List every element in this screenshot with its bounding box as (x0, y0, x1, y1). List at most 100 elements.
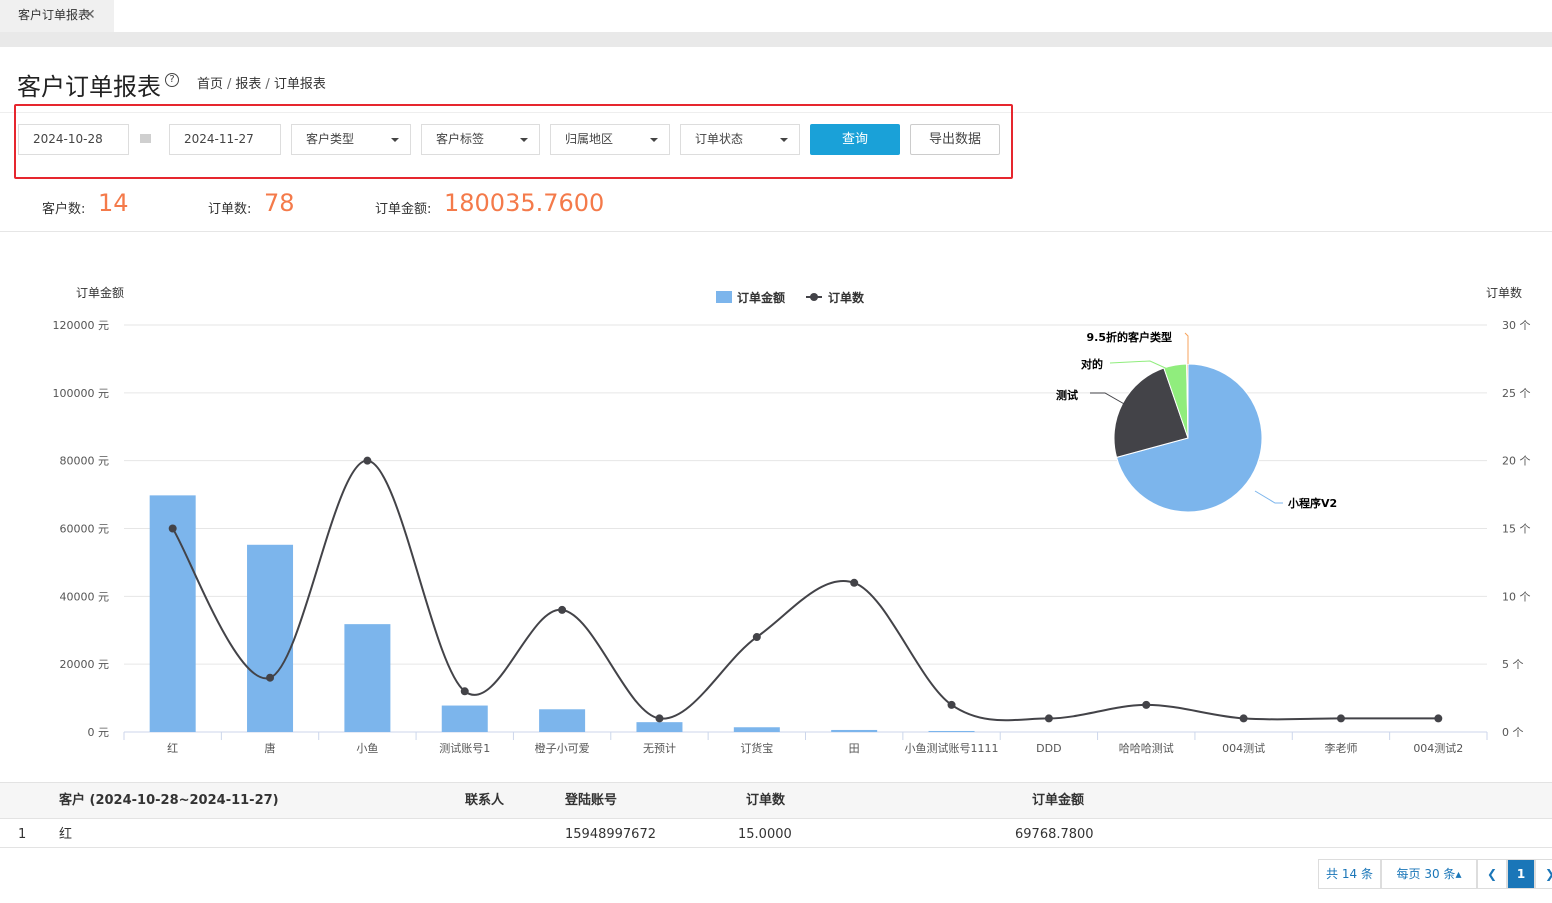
page-title: 客户订单报表 (17, 73, 161, 101)
line-point (363, 456, 372, 465)
line-point (947, 700, 956, 709)
order-amount-value: 180035.7600 (444, 189, 605, 217)
bar (344, 624, 391, 732)
order-count-label: 订单数: (208, 202, 252, 217)
legend-line-label: 订单数 (828, 290, 865, 305)
start-date-input[interactable]: 2024-10-28 (18, 124, 129, 155)
pie-label: 小程序V2 (1287, 496, 1337, 510)
y-tick-label: 100000 元 (53, 387, 110, 400)
bar (247, 544, 294, 732)
table-row[interactable]: 1 红 15948997672 15.0000 69768.7800 (0, 819, 1552, 848)
region-value: 归属地区 (565, 132, 614, 146)
line-point (1434, 714, 1443, 723)
next-page-button[interactable]: ❯ (1535, 859, 1552, 889)
x-tick-label: 004测试2 (1413, 742, 1463, 755)
caret-up-icon: ▴ (1455, 867, 1462, 881)
line-point (266, 673, 275, 682)
x-tick-label: 哈哈哈测试 (1119, 742, 1174, 755)
order-status-value: 订单状态 (695, 132, 744, 146)
pie-label: 对的 (1081, 357, 1103, 371)
line-point (1044, 714, 1053, 723)
customer-type-select[interactable]: 客户类型 (291, 124, 411, 155)
legend-bar-label: 订单金额 (737, 290, 785, 305)
header-contact[interactable]: 联系人 (465, 783, 504, 818)
row-orders: 15.0000 (738, 827, 792, 842)
row-account: 15948997672 (565, 827, 656, 842)
pie-connector (1254, 490, 1283, 504)
pager-total: 共 14 条 (1318, 859, 1381, 889)
x-tick-label: 红 (167, 742, 178, 755)
line-point (752, 633, 761, 642)
breadcrumb-home[interactable]: 首页 (197, 77, 223, 92)
x-tick-label: 李老师 (1324, 741, 1357, 755)
header-account[interactable]: 登陆账号 (565, 783, 617, 818)
prev-page-button[interactable]: ❮ (1477, 859, 1507, 889)
bar (636, 722, 683, 732)
line-point (655, 714, 664, 723)
x-tick-label: 橙子小可爱 (535, 741, 590, 755)
y-tick-label: 120000 元 (53, 319, 110, 332)
line-point (850, 578, 859, 587)
x-tick-label: 田 (849, 742, 860, 755)
customer-count-value: 14 (98, 189, 129, 217)
x-tick-label: 唐 (265, 741, 276, 755)
header-amount[interactable]: 订单金额 (1032, 783, 1084, 818)
breadcrumb-current: 订单报表 (273, 77, 326, 92)
row-index: 1 (18, 827, 27, 842)
y-tick-label: 60000 元 (60, 523, 110, 536)
pager-per-page-label: 每页 30 条 (1396, 867, 1456, 881)
x-tick-label: 无预计 (643, 742, 676, 755)
breadcrumb-reports[interactable]: 报表 (235, 77, 261, 92)
order-amount-label: 订单金额: (375, 202, 432, 217)
y2-tick-label: 25 个 (1502, 387, 1531, 400)
current-page-button[interactable]: 1 (1507, 859, 1535, 889)
y2-tick-label: 15 个 (1502, 523, 1531, 536)
order-status-select[interactable]: 订单状态 (680, 124, 800, 155)
pie-connector (1184, 332, 1189, 364)
line-point (1239, 714, 1248, 723)
chevron-right-icon: ❯ (1545, 867, 1552, 881)
bar (831, 729, 878, 732)
chart-svg: 0 元 20000 元 40000 元 60000 元 80000 元 100000 元 1… (53, 285, 1531, 755)
line-point (1142, 700, 1151, 709)
chevron-left-icon: ❮ (1486, 867, 1498, 881)
order-chart: 0 元 20000 元 40000 元 60000 元 80000 元 100000 元 1… (0, 233, 1552, 781)
help-icon[interactable]: ? (165, 73, 179, 87)
y-axis-title: 订单金额 (76, 285, 124, 300)
tab-customer-order-report[interactable]: 客户订单报表 ✕ (0, 0, 114, 32)
y-tick-label: 80000 元 (60, 455, 110, 468)
pie-label: 9.5折的客户类型 (1087, 330, 1173, 344)
pie-connector (1090, 392, 1127, 406)
close-icon[interactable]: ✕ (84, 0, 96, 30)
customer-tag-value: 客户标签 (436, 132, 485, 146)
row-customer: 红 (59, 827, 73, 842)
y-tick-label: 20000 元 (60, 658, 110, 671)
x-tick-label: 小鱼 (356, 741, 378, 755)
pie-label: 测试 (1056, 388, 1078, 402)
end-date-input[interactable]: 2024-11-27 (169, 124, 281, 155)
y2-tick-label: 5 个 (1502, 658, 1524, 671)
bar (441, 705, 488, 732)
header-orders[interactable]: 订单数 (746, 783, 785, 818)
header-customer[interactable]: 客户 (2024-10-28~2024-11-27) (59, 783, 279, 818)
region-select[interactable]: 归属地区 (550, 124, 670, 155)
calendar-icon[interactable] (140, 134, 151, 143)
pager-per-page[interactable]: 每页 30 条▴ (1381, 859, 1477, 889)
customer-count-label: 客户数: (42, 202, 86, 217)
customer-tag-select[interactable]: 客户标签 (421, 124, 540, 155)
y2-tick-label: 20 个 (1502, 455, 1531, 468)
bar (539, 709, 586, 732)
legend-bar-swatch (716, 291, 732, 303)
legend-line-marker (810, 293, 818, 301)
row-amount: 69768.7800 (1015, 827, 1094, 842)
y2-tick-label: 10 个 (1502, 590, 1531, 603)
x-tick-label: 测试账号1 (439, 742, 490, 755)
table-header: 客户 (2024-10-28~2024-11-27) 联系人 登陆账号 订单数 … (0, 782, 1552, 819)
bar (733, 727, 780, 732)
query-button[interactable]: 查询 (810, 124, 900, 155)
export-button[interactable]: 导出数据 (910, 124, 1000, 155)
x-tick-label: 小鱼测试账号1111 (905, 741, 999, 755)
line-point (558, 605, 567, 614)
summary-stats: 客户数: 14 订单数: 78 订单金额: 180035.7600 (0, 186, 1552, 232)
x-tick-label: 订货宝 (740, 741, 773, 755)
